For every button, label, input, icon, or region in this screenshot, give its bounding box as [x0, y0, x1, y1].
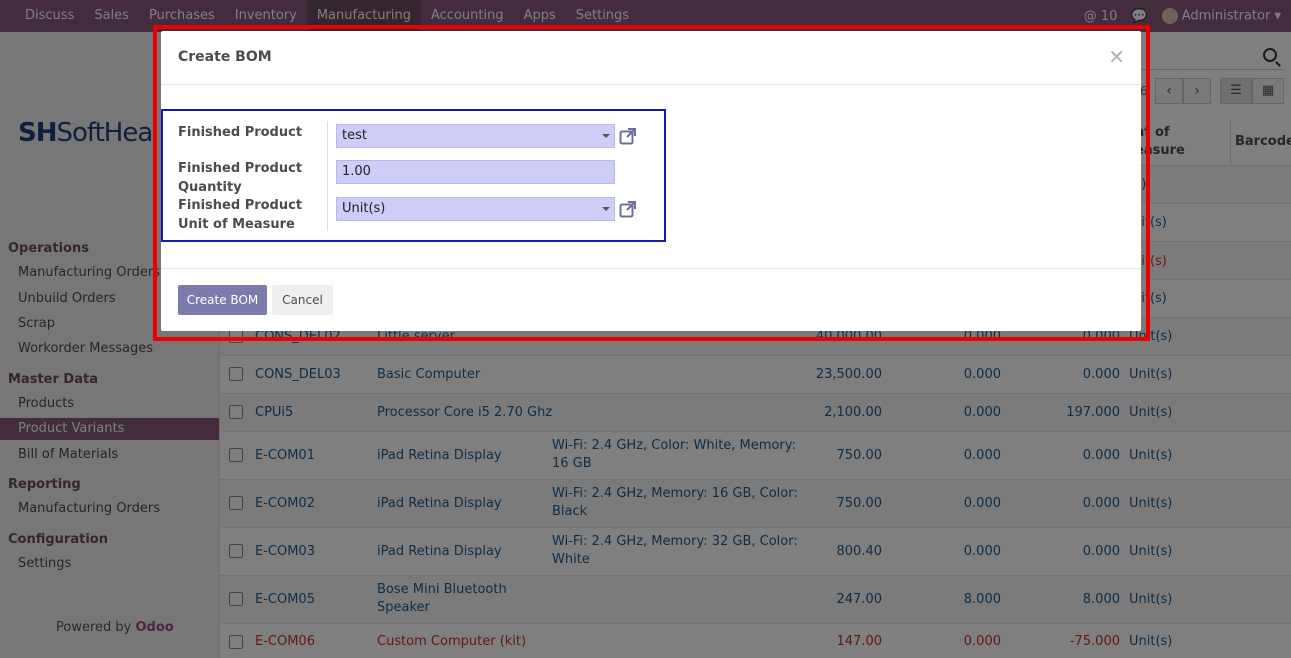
highlight-frame [153, 25, 1150, 341]
